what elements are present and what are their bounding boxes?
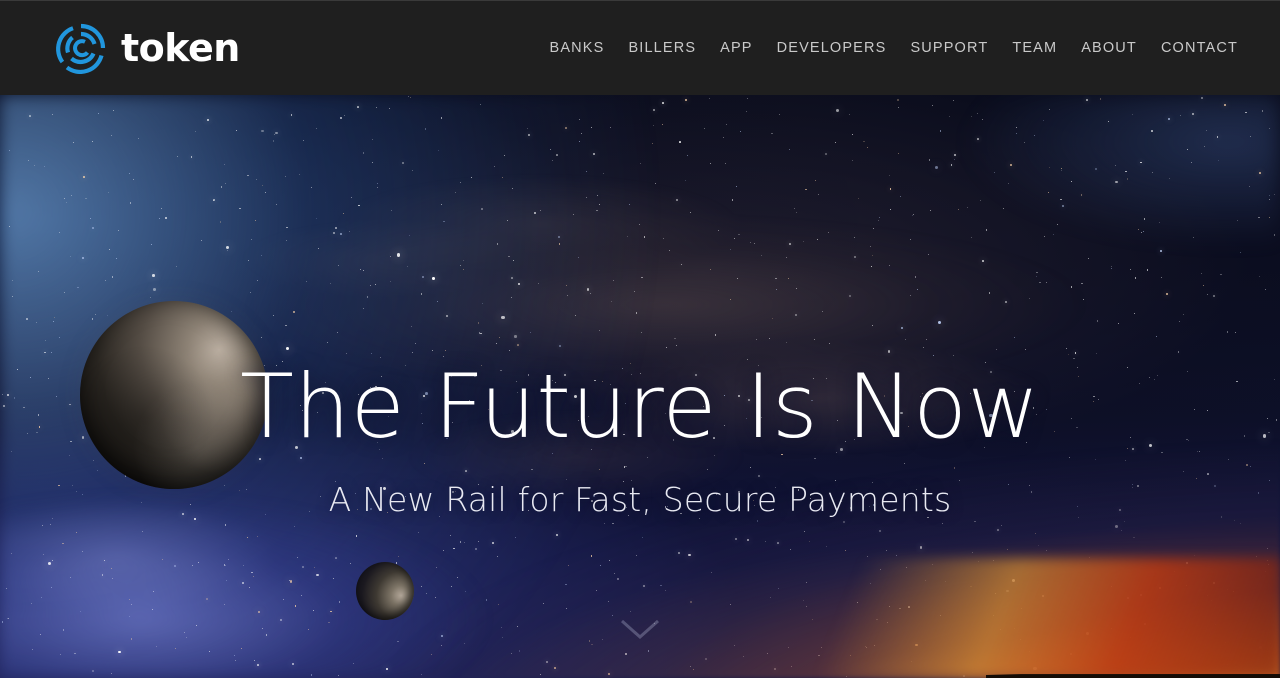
small-moon (356, 562, 414, 620)
nav-item-banks[interactable]: BANKS (538, 34, 617, 62)
nav-item-app[interactable]: APP (708, 34, 764, 62)
hero-copy: The Future Is Now A New Rail for Fast, S… (0, 355, 1280, 520)
nav-item-about[interactable]: ABOUT (1069, 34, 1149, 62)
nav-item-contact[interactable]: CONTACT (1149, 34, 1250, 62)
brand-logo-link[interactable]: token (55, 22, 240, 75)
hero-title: The Future Is Now (240, 355, 1040, 458)
nav-item-billers[interactable]: BILLERS (616, 34, 708, 62)
page-root: token BANKS BILLERS APP DEVELOPERS SUPPO… (0, 0, 1280, 678)
sunrise-band (760, 558, 1280, 678)
brand-wordmark: token (121, 26, 240, 70)
hero-section: The Future Is Now A New Rail for Fast, S… (0, 95, 1280, 678)
main-navigation: BANKS BILLERS APP DEVELOPERS SUPPORT TEA… (538, 34, 1250, 62)
nav-item-support[interactable]: SUPPORT (898, 34, 1000, 62)
nav-item-developers[interactable]: DEVELOPERS (765, 34, 899, 62)
hero-subtitle: A New Rail for Fast, Secure Payments (328, 480, 952, 519)
nav-item-team[interactable]: TEAM (1000, 34, 1069, 62)
site-header: token BANKS BILLERS APP DEVELOPERS SUPPO… (0, 0, 1280, 95)
chevron-down-icon[interactable] (618, 617, 662, 641)
token-concentric-arcs-icon (55, 22, 107, 75)
